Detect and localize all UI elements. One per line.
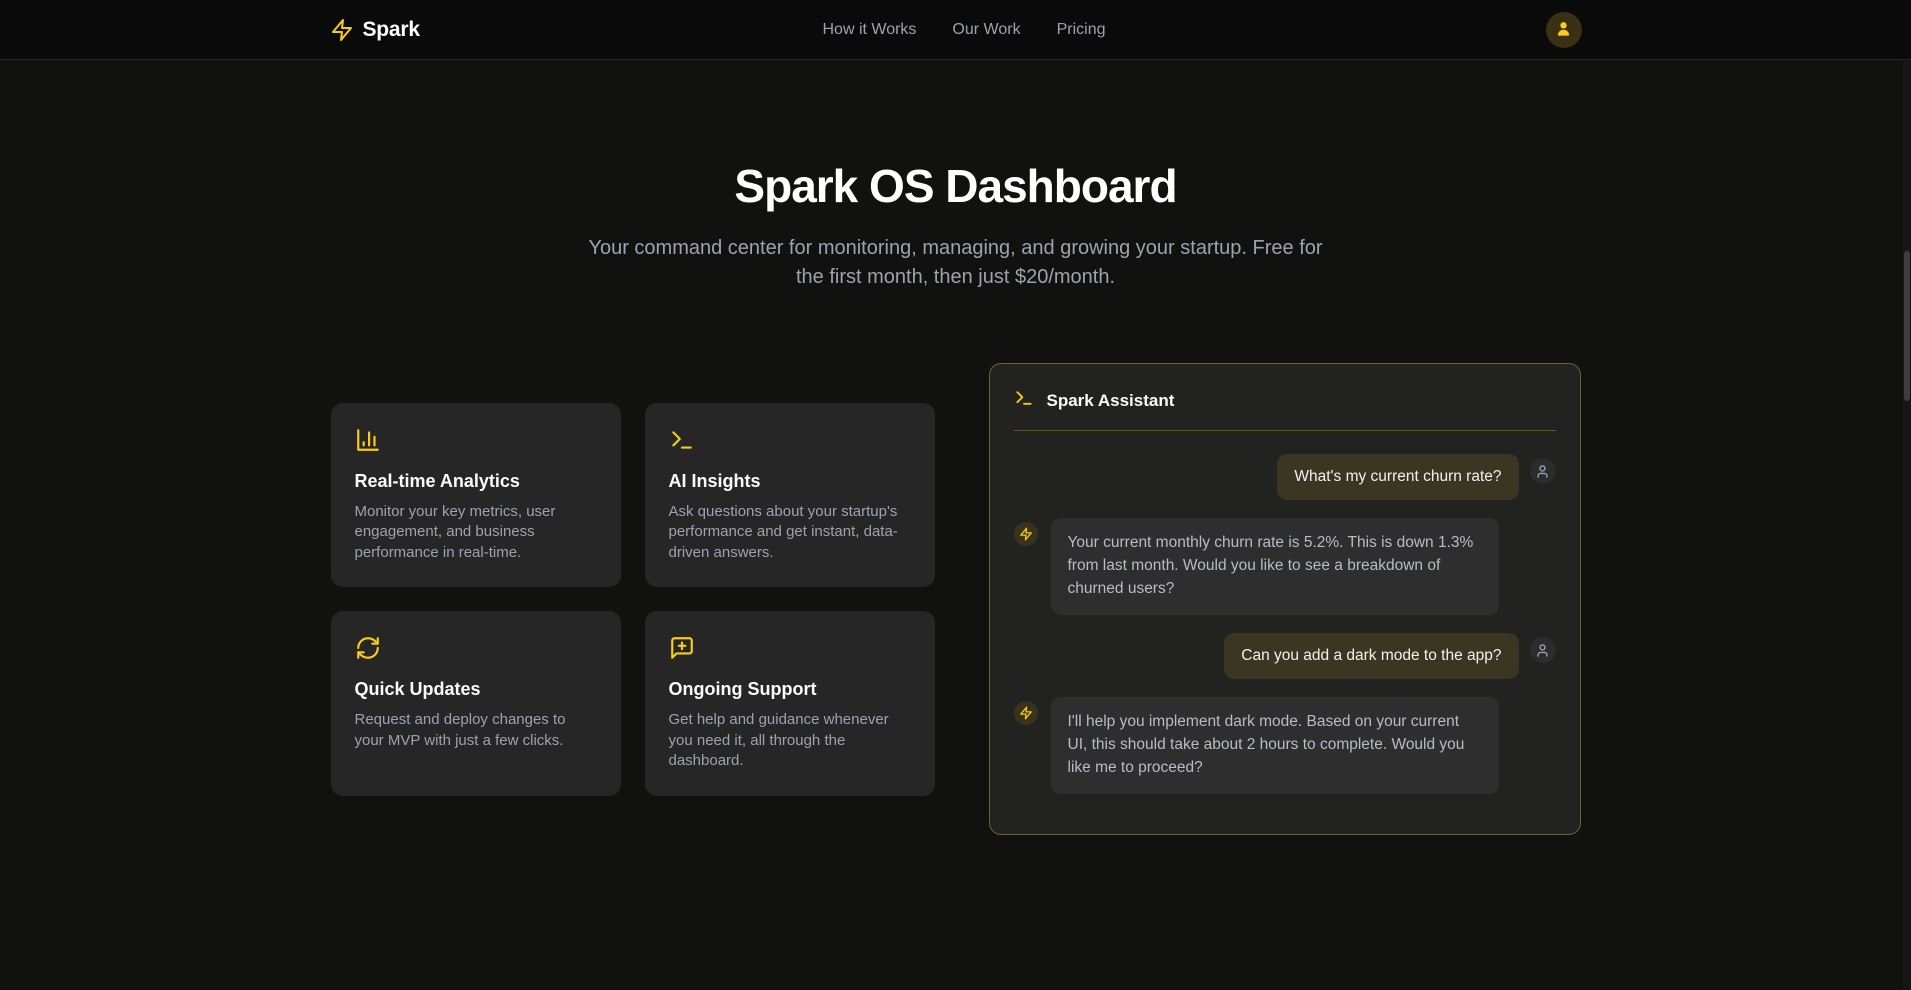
user-message-bubble: What's my current churn rate?	[1277, 454, 1518, 500]
feature-description: Get help and guidance whenever you need …	[669, 710, 911, 772]
chat-message-assistant: Your current monthly churn rate is 5.2%.…	[1014, 518, 1556, 615]
subtitle-line-2: the first month, then just $20/month.	[576, 263, 1336, 292]
refresh-icon	[355, 635, 597, 661]
feature-description: Ask questions about your startup's perfo…	[669, 502, 911, 564]
user-icon	[1554, 19, 1573, 41]
feature-description: Monitor your key metrics, user engagemen…	[355, 502, 597, 564]
bar-chart-icon	[355, 427, 597, 453]
feature-card-realtime-analytics: Real-time Analytics Monitor your key met…	[331, 403, 621, 588]
nav-item-pricing[interactable]: Pricing	[1057, 21, 1106, 39]
chat-message-user: What's my current churn rate?	[1014, 454, 1556, 500]
feature-title: Real-time Analytics	[355, 471, 597, 492]
assistant-message-bubble: I'll help you implement dark mode. Based…	[1051, 697, 1499, 794]
feature-card-quick-updates: Quick Updates Request and deploy changes…	[331, 611, 621, 796]
assistant-message-bubble: Your current monthly churn rate is 5.2%.…	[1051, 518, 1499, 615]
feature-title: Quick Updates	[355, 679, 597, 700]
user-icon	[1535, 464, 1550, 479]
top-navigation: Spark How it Works Our Work Pricing	[0, 0, 1911, 60]
brand-logo[interactable]: Spark	[330, 18, 420, 42]
feature-description: Request and deploy changes to your MVP w…	[355, 710, 597, 751]
nav-links: How it Works Our Work Pricing	[822, 21, 1105, 39]
page-subtitle: Your command center for monitoring, mana…	[576, 234, 1336, 292]
message-list: What's my current churn rate? Your curre…	[1014, 454, 1556, 794]
feature-grid: Real-time Analytics Monitor your key met…	[331, 403, 935, 796]
page-scrollbar[interactable]	[1903, 61, 1911, 990]
zap-icon	[1019, 527, 1033, 541]
user-icon	[1535, 643, 1550, 658]
feature-card-ai-insights: AI Insights Ask questions about your sta…	[645, 403, 935, 588]
zap-icon	[1019, 706, 1033, 720]
scrollbar-thumb[interactable]	[1904, 251, 1910, 401]
terminal-icon	[1014, 388, 1034, 413]
user-avatar-button[interactable]	[1546, 12, 1582, 48]
page-title: Spark OS Dashboard	[0, 159, 1911, 213]
assistant-panel-header: Spark Assistant	[1014, 388, 1556, 413]
nav-item-how-it-works[interactable]: How it Works	[822, 21, 916, 39]
hero-section: Spark OS Dashboard Your command center f…	[0, 159, 1911, 292]
header-divider	[1014, 430, 1556, 431]
zap-icon	[330, 18, 354, 42]
brand-name: Spark	[363, 18, 420, 42]
feature-title: Ongoing Support	[669, 679, 911, 700]
feature-title: AI Insights	[669, 471, 911, 492]
nav-item-our-work[interactable]: Our Work	[952, 21, 1020, 39]
assistant-avatar	[1014, 522, 1038, 546]
main-content: Real-time Analytics Monitor your key met…	[0, 363, 1911, 835]
message-square-plus-icon	[669, 635, 911, 661]
assistant-avatar	[1014, 701, 1038, 725]
user-avatar	[1530, 458, 1556, 484]
feature-card-ongoing-support: Ongoing Support Get help and guidance wh…	[645, 611, 935, 796]
user-message-bubble: Can you add a dark mode to the app?	[1224, 633, 1518, 679]
chat-message-user: Can you add a dark mode to the app?	[1014, 633, 1556, 679]
terminal-icon	[669, 427, 911, 453]
spark-assistant-panel: Spark Assistant What's my current churn …	[989, 363, 1581, 835]
chat-message-assistant: I'll help you implement dark mode. Based…	[1014, 697, 1556, 794]
user-avatar	[1530, 637, 1556, 663]
assistant-panel-title: Spark Assistant	[1047, 391, 1175, 411]
subtitle-line-1: Your command center for monitoring, mana…	[576, 234, 1336, 263]
